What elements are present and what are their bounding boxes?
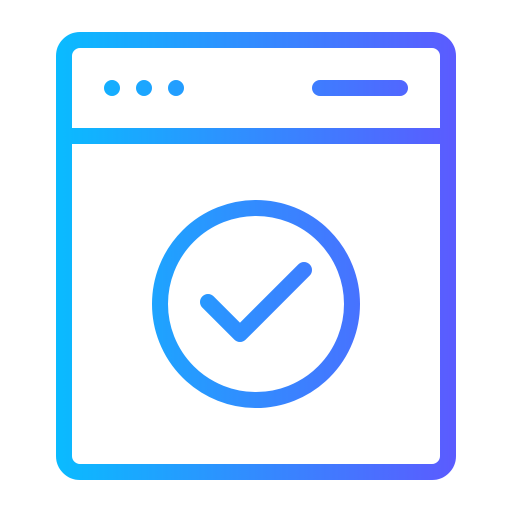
icon-svg xyxy=(56,32,456,480)
window-dot-icon-1 xyxy=(104,80,120,96)
browser-window-check-icon xyxy=(0,0,512,512)
check-circle-icon xyxy=(152,200,360,408)
checkmark-icon xyxy=(200,262,312,342)
window-dot-icon-3 xyxy=(168,80,184,96)
window-dot-icon-2 xyxy=(136,80,152,96)
